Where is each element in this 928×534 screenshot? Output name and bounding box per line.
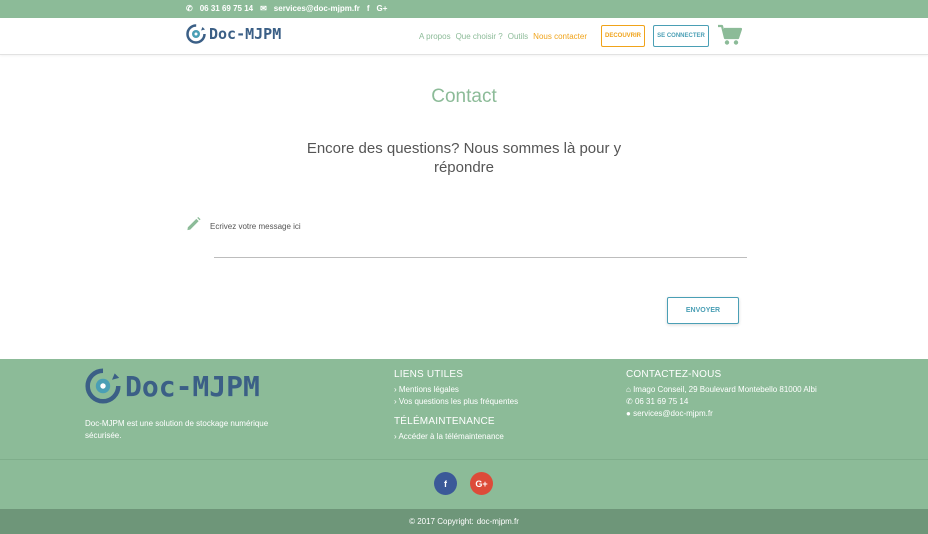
footer-logo[interactable]: Doc-MJPM [85,368,260,404]
home-icon: ⌂ [626,385,631,394]
message-input[interactable] [214,257,747,258]
facebook-icon[interactable]: f [367,4,370,13]
link-telemaintenance[interactable]: › Accéder à la télémaintenance [394,432,504,441]
contact-heading: CONTACTEZ-NOUS [626,369,722,380]
link-mentions-legales[interactable]: › Mentions légales [394,385,459,394]
top-bar-contact: ✆ 06 31 69 75 14 ✉ services@doc-mjpm.fr … [186,4,387,13]
copyright-text: © 2017 Copyright: [409,517,474,526]
main-nav: A propos Que choisir ? Outils Nous conta… [419,32,587,41]
globe-icon: ● [626,409,631,418]
page-subtitle: Encore des questions? Nous sommes là pou… [306,140,622,176]
top-phone: 06 31 69 75 14 [199,4,254,13]
connect-button[interactable]: SE CONNECTER [653,25,709,47]
facebook-button[interactable]: f [434,472,457,495]
pencil-icon [187,216,201,231]
discover-button[interactable]: DECOUVRIR [601,25,645,47]
phone-icon: ✆ [186,4,193,13]
telemaintenance-heading: TÉLÉMAINTENANCE [394,416,495,427]
footer-phone: ✆ 06 31 69 75 14 [626,397,688,406]
useful-links-heading: LIENS UTILES [394,369,464,380]
envelope-icon: ✉ [260,4,267,13]
footer-email[interactable]: ● services@doc-mjpm.fr [626,409,713,418]
header: Doc-MJPM A propos Que choisir ? Outils N… [0,18,928,55]
send-button[interactable]: ENVOYER [667,297,739,324]
facebook-icon: f [444,478,447,489]
header-logo[interactable]: Doc-MJPM [186,24,281,44]
google-plus-icon[interactable]: G+ [377,4,388,13]
nav-item-que-choisir[interactable]: Que choisir ? [456,32,503,41]
link-faq[interactable]: › Vos questions les plus fréquentes [394,397,518,406]
google-plus-button[interactable]: G+ [470,472,493,495]
phone-icon: ✆ [626,397,633,406]
footer-divider [0,459,928,460]
top-email[interactable]: services@doc-mjpm.fr [274,4,360,13]
footer-logo-gear-icon [85,368,121,404]
link-telemaintenance-label: Accéder à la télémaintenance [398,432,504,441]
footer-email-text: services@doc-mjpm.fr [633,409,713,418]
logo-gear-icon [186,24,206,44]
message-field-label[interactable]: Ecrivez votre message ici [210,222,301,231]
copyright-bar: © 2017 Copyright: doc-mjpm.fr [0,509,928,534]
google-plus-icon: G+ [475,478,488,489]
link-mentions-legales-label: Mentions légales [398,385,459,394]
cart-icon[interactable] [718,24,742,46]
footer-address-text: Imago Conseil, 29 Boulevard Montebello 8… [633,385,817,394]
copyright-link[interactable]: doc-mjpm.fr [477,517,519,526]
footer-description: Doc-MJPM est une solution de stockage nu… [85,419,269,440]
footer: Doc-MJPM Doc-MJPM est une solution de st… [0,359,928,509]
nav-item-outils[interactable]: Outils [508,32,528,41]
nav-item-nous-contacter[interactable]: Nous contacter [533,32,587,41]
logo-text: Doc-MJPM [209,25,282,43]
footer-address: ⌂ Imago Conseil, 29 Boulevard Montebello… [626,385,817,394]
page-title: Contact [431,86,497,107]
link-faq-label: Vos questions les plus fréquentes [398,397,519,406]
nav-item-a-propos[interactable]: A propos [419,32,451,41]
footer-phone-text: 06 31 69 75 14 [634,397,689,406]
top-bar: ✆ 06 31 69 75 14 ✉ services@doc-mjpm.fr … [0,0,928,18]
footer-logo-text: Doc-MJPM [125,369,260,403]
